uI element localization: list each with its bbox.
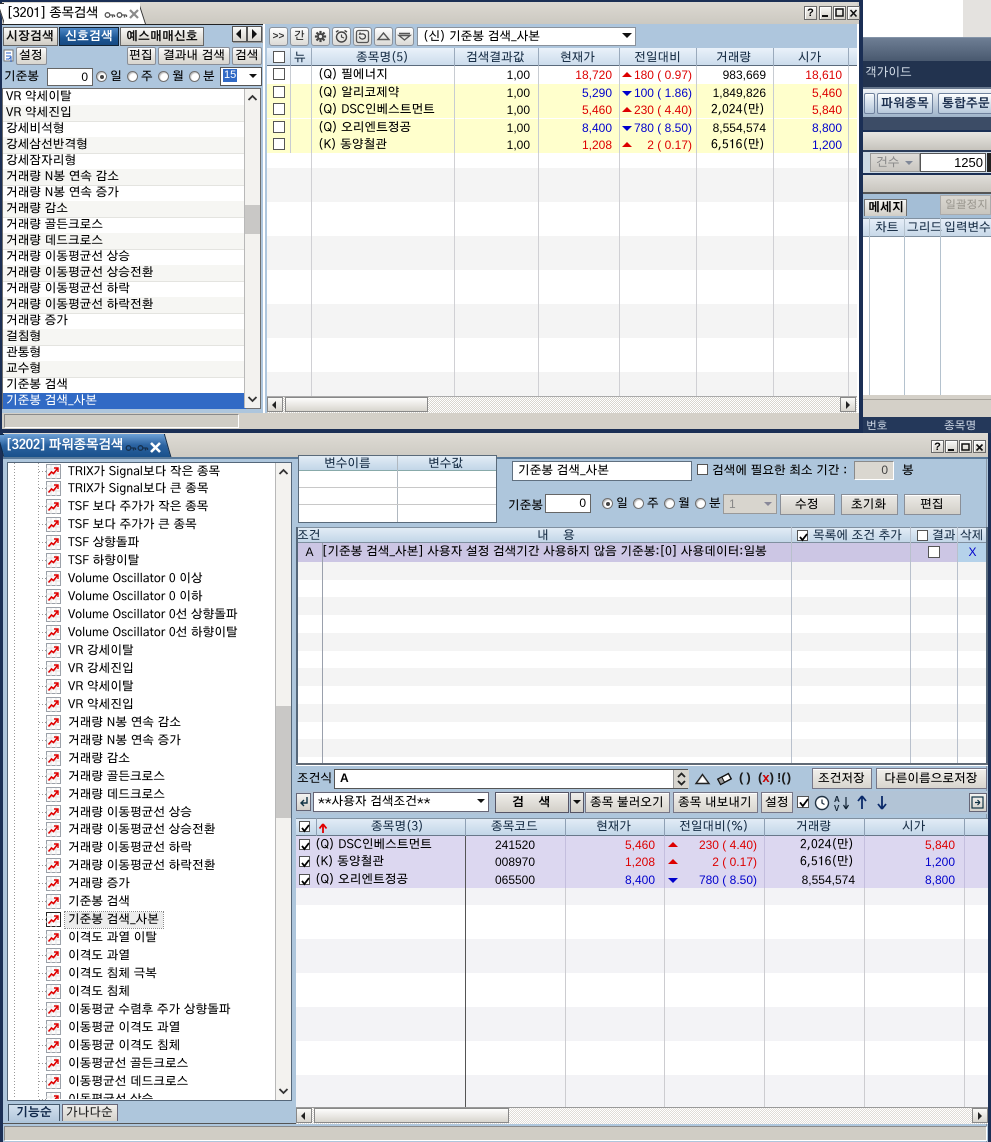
svg-text:V: V <box>834 804 840 812</box>
svg-text:A: A <box>834 795 840 804</box>
